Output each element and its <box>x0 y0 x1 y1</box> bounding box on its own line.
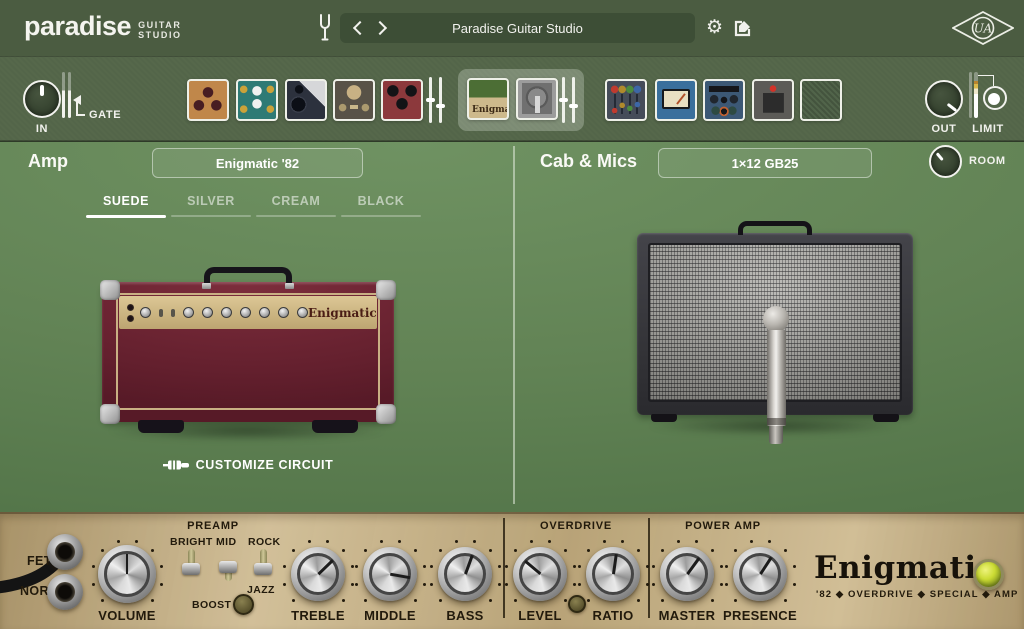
pedal-tan-icon[interactable] <box>187 79 229 121</box>
room-knob[interactable] <box>929 145 962 178</box>
volume-knob-group: VOLUME <box>82 527 172 625</box>
faceplate-tagline: '82 ◆ OVERDRIVE ◆ SPECIAL ◆ AMP <box>816 589 1018 600</box>
master-knob[interactable] <box>660 547 714 601</box>
output-meter <box>969 72 978 118</box>
boost-label: BOOST <box>192 599 231 611</box>
limit-connector <box>978 75 994 86</box>
mid-label: MID <box>216 536 236 548</box>
mid-switch[interactable] <box>219 548 237 582</box>
signal-chain-toolbar: IN GATE Enigmatic OUT LIMIT <box>0 56 1024 141</box>
amp-head-logo: Enigmatic <box>308 306 377 320</box>
gate-bracket <box>76 101 85 116</box>
level-knob[interactable] <box>513 547 567 601</box>
power-jewel-light[interactable] <box>973 559 1004 590</box>
treble-knob[interactable] <box>291 547 345 601</box>
input-gain-knob[interactable] <box>23 80 61 118</box>
tab-suede[interactable]: SUEDE <box>86 194 166 218</box>
faceplate-logo: Enigmatic <box>814 550 996 586</box>
edit-preset-icon[interactable] <box>734 19 752 37</box>
bass-knob[interactable] <box>438 547 492 601</box>
amp-faceplate: FET NOR VOLUME PREAMP BRIGHT MID ROCK JA… <box>0 512 1024 629</box>
plugin-window: paradise GUITAR STUDIO Paradise Guitar S… <box>0 0 1024 629</box>
preset-bar: Paradise Guitar Studio <box>340 13 695 43</box>
tab-black[interactable]: BLACK <box>341 194 421 218</box>
microphone[interactable] <box>763 306 789 452</box>
preamp-section-label: PREAMP <box>158 520 268 532</box>
cab-handle <box>738 221 812 235</box>
rack-tape-echo-icon[interactable] <box>752 79 794 121</box>
resistor-icon <box>163 459 189 471</box>
tab-silver[interactable]: SILVER <box>171 194 251 218</box>
amp-handle <box>204 267 292 284</box>
pedal-teal-icon[interactable] <box>236 79 278 121</box>
input-knob-pointer <box>40 85 43 96</box>
pedal-red-icon[interactable] <box>381 79 423 121</box>
amp-model-dropdown[interactable]: Enigmatic '82 <box>152 148 363 178</box>
finish-tabs: SUEDE SILVER CREAM BLACK <box>86 194 421 218</box>
main-area: Amp Enigmatic '82 SUEDE SILVER CREAM BLA… <box>0 142 1024 512</box>
output-label: OUT <box>925 123 963 135</box>
output-knob-pointer <box>947 103 958 112</box>
amp-control-strip: Enigmatic <box>119 296 377 329</box>
gate-label[interactable]: GATE <box>89 109 121 121</box>
ua-logo[interactable]: UA <box>952 11 1014 45</box>
amp-head-image: Enigmatic <box>92 260 402 440</box>
rack-processor-icon[interactable] <box>703 79 745 121</box>
ratio-knob[interactable] <box>586 547 640 601</box>
boost-button[interactable] <box>233 594 254 615</box>
mic-head <box>763 306 789 332</box>
amp-section-title: Amp <box>28 151 68 172</box>
presence-knob-group: PRESENCE <box>715 527 805 625</box>
output-gain-knob[interactable] <box>925 80 963 118</box>
presence-knob[interactable] <box>733 547 787 601</box>
amp-slot-icon[interactable]: Enigmatic <box>467 78 509 120</box>
pedal-gray-icon[interactable] <box>333 79 375 121</box>
cab-slot-icon[interactable] <box>516 78 558 120</box>
cab-image <box>625 220 925 470</box>
room-label: ROOM <box>969 155 1006 167</box>
brand-logo: paradise GUITAR STUDIO <box>24 12 182 41</box>
preset-title[interactable]: Paradise Guitar Studio <box>340 21 695 36</box>
bright-switch[interactable] <box>182 550 200 584</box>
panel-divider <box>513 146 515 504</box>
pedal-mix-fader-icon[interactable] <box>429 77 442 123</box>
limit-label: LIMIT <box>963 123 1013 135</box>
amp-cab-group: Enigmatic <box>458 69 584 131</box>
top-bar: paradise GUITAR STUDIO Paradise Guitar S… <box>0 0 1024 56</box>
rack-eq-icon[interactable] <box>605 79 647 121</box>
svg-text:UA: UA <box>974 22 993 36</box>
brand-subtitle: GUITAR STUDIO <box>138 12 182 41</box>
input-meter <box>62 72 71 118</box>
settings-gear-icon[interactable]: ⚙ <box>706 17 723 39</box>
brand-wordmark: paradise <box>24 13 131 40</box>
nor-input-label: NOR <box>20 584 49 598</box>
tab-cream[interactable]: CREAM <box>256 194 336 218</box>
room-knob-pointer <box>936 152 944 161</box>
fet-input-jack[interactable] <box>47 534 83 570</box>
limit-knob[interactable] <box>983 86 1007 110</box>
volume-knob[interactable] <box>98 545 156 603</box>
jazz-label: JAZZ <box>247 584 275 596</box>
cab-model-dropdown[interactable]: 1×12 GB25 <box>658 148 872 178</box>
input-label: IN <box>23 123 61 135</box>
nor-input-jack[interactable] <box>47 574 83 610</box>
middle-knob[interactable] <box>363 547 417 601</box>
bright-label: BRIGHT <box>170 536 213 548</box>
amp-mix-fader-icon[interactable] <box>562 77 575 123</box>
tuner-icon[interactable] <box>318 14 332 42</box>
rack-vu-meter-icon[interactable] <box>655 79 697 121</box>
customize-circuit-button[interactable]: CUSTOMIZE CIRCUIT <box>98 458 398 472</box>
cab-section-title: Cab & Mics <box>540 151 637 172</box>
rack-empty-slot-icon[interactable] <box>800 79 842 121</box>
pedal-navy-icon[interactable] <box>285 79 327 121</box>
rock-switch[interactable] <box>254 550 272 584</box>
